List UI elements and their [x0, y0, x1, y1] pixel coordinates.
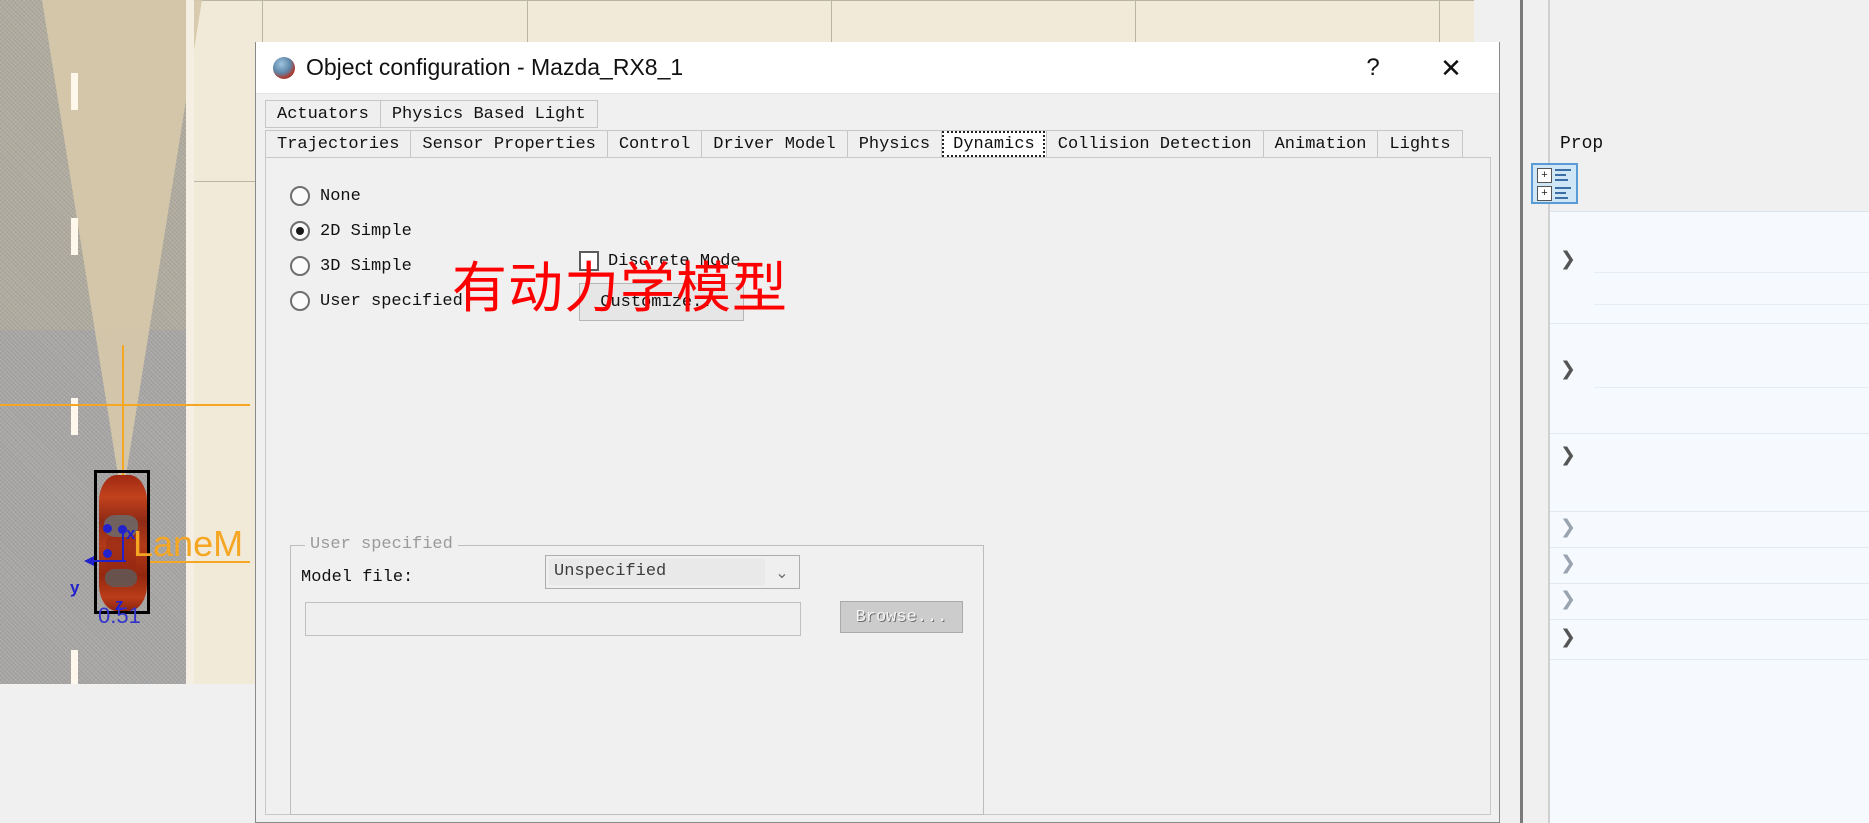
user-specified-group-title: User specified	[305, 535, 458, 554]
viewport-scrollbar-track[interactable]	[1523, 0, 1543, 823]
tree-group[interactable]: ❯	[1550, 324, 1869, 434]
axis-label-y: y	[70, 578, 80, 597]
dialog-title: Object configuration - Mazda_RX8_1	[306, 54, 684, 80]
tab-actuators[interactable]: Actuators	[265, 100, 380, 128]
road-surface-shaded	[0, 330, 186, 684]
tree-group[interactable]: ❯	[1550, 620, 1869, 660]
properties-list-icon[interactable]: + +	[1531, 163, 1578, 204]
radio-icon[interactable]	[290, 291, 310, 311]
lane-marking-label: LaneM	[133, 523, 244, 564]
tab-control[interactable]: Control	[606, 130, 702, 158]
tree-group[interactable]: ❯	[1550, 512, 1869, 548]
properties-panel-title: Prop	[1560, 134, 1604, 154]
chevron-down-icon[interactable]: ❯	[1560, 360, 1576, 379]
tab-sensor-properties[interactable]: Sensor Properties	[410, 130, 607, 158]
model-file-dropdown-value: Unspecified	[549, 559, 765, 585]
expand-plus-icon: +	[1537, 168, 1552, 183]
axis-origin-dot	[103, 549, 112, 558]
list-bars-icon	[1555, 169, 1571, 184]
close-icon[interactable]: ✕	[1425, 42, 1477, 94]
tab-row-overflow[interactable]: Actuators Physics Based Light	[265, 100, 598, 128]
radio-icon[interactable]	[290, 256, 310, 276]
road-surface	[0, 0, 202, 684]
tab-physics[interactable]: Physics	[846, 130, 942, 158]
chevron-right-icon[interactable]: ❯	[1560, 554, 1576, 573]
dialog-titlebar[interactable]: Object configuration - Mazda_RX8_1 ? ✕	[256, 42, 1499, 94]
radio-label: None	[320, 186, 361, 206]
lane-dash-marking	[71, 73, 78, 110]
model-file-label: Model file:	[301, 568, 414, 587]
tab-lights[interactable]: Lights	[1377, 130, 1463, 158]
tab-driver-model[interactable]: Driver Model	[701, 130, 847, 158]
tab-collision-detection[interactable]: Collision Detection	[1045, 130, 1263, 158]
radio-option-3d-simple[interactable]: 3D Simple	[290, 256, 412, 276]
browse-button[interactable]: Browse...	[840, 601, 963, 633]
chevron-down-icon[interactable]: ⌄	[765, 563, 799, 582]
radio-option-2d-simple[interactable]: 2D Simple	[290, 221, 412, 241]
tab-dynamics[interactable]: Dynamics	[941, 130, 1046, 158]
model-path-input[interactable]	[305, 602, 801, 636]
tree-row-divider	[1594, 387, 1869, 388]
chevron-right-icon[interactable]: ❯	[1560, 590, 1576, 609]
vehicle-rear-window	[105, 569, 137, 587]
user-specified-group: User specified Model file: Unspecified ⌄…	[290, 535, 984, 815]
tree-group[interactable]: ❯	[1550, 584, 1869, 620]
tab-physics-based-light[interactable]: Physics Based Light	[379, 100, 598, 128]
radio-label: User specified	[320, 291, 463, 311]
app-icon	[273, 56, 295, 79]
distance-value-label: 0.51	[98, 603, 141, 628]
tab-row-main[interactable]: Trajectories Sensor Properties Control D…	[265, 129, 1463, 158]
tree-row-divider	[1594, 304, 1869, 305]
browse-button-label: Browse...	[855, 607, 948, 627]
chevron-down-icon[interactable]: ❯	[1560, 628, 1576, 647]
tree-group[interactable]: ❯	[1550, 548, 1869, 584]
model-file-dropdown[interactable]: Unspecified ⌄	[545, 555, 800, 589]
radio-label: 3D Simple	[320, 256, 412, 276]
tab-animation[interactable]: Animation	[1262, 130, 1378, 158]
chevron-right-icon[interactable]: ❯	[1560, 518, 1576, 537]
tree-group[interactable]: ❯	[1550, 434, 1869, 512]
tree-group[interactable]: ❯	[1550, 212, 1869, 324]
road-shoulder	[186, 0, 194, 684]
expand-plus-icon: +	[1537, 186, 1552, 201]
axis-line-z	[122, 528, 124, 560]
radio-option-user-specified[interactable]: User specified	[290, 291, 463, 311]
annotation-overlay-text: 有动力学模型	[452, 256, 789, 320]
scene-grid-line-horizontal	[194, 0, 1474, 1]
tab-trajectories[interactable]: Trajectories	[265, 130, 411, 158]
list-bars-icon	[1555, 187, 1571, 202]
radio-icon[interactable]	[290, 186, 310, 206]
tree-row-divider	[1594, 272, 1869, 273]
chevron-down-icon[interactable]: ❯	[1560, 446, 1576, 465]
chevron-down-icon[interactable]: ❯	[1560, 250, 1576, 269]
properties-tree[interactable]: ❯ ❯ ❯ ❯ ❯ ❯ ❯	[1550, 211, 1869, 823]
radio-label: 2D Simple	[320, 221, 412, 241]
radio-option-none[interactable]: None	[290, 186, 361, 206]
object-axis-guide-horizontal	[0, 404, 250, 406]
dynamics-tab-panel: None 2D Simple 3D Simple User specified …	[265, 157, 1491, 815]
lane-dash-marking	[71, 218, 78, 255]
radio-icon-selected[interactable]	[290, 221, 310, 241]
axis-secondary-dot	[103, 524, 112, 533]
lane-dash-marking	[71, 650, 78, 684]
object-configuration-dialog: Object configuration - Mazda_RX8_1 ? ✕ A…	[255, 42, 1500, 823]
help-button[interactable]: ?	[1347, 42, 1399, 94]
